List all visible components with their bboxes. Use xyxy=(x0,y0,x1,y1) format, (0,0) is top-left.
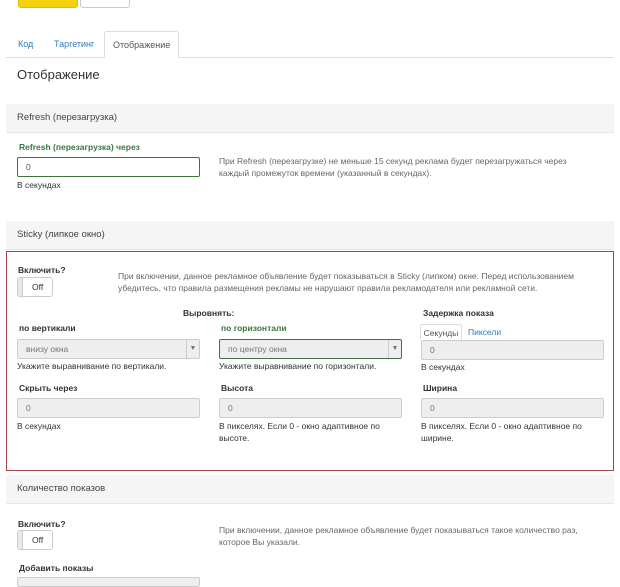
add-impressions-input[interactable] xyxy=(17,577,200,587)
width-input[interactable]: 0 xyxy=(421,398,604,418)
hide-help: В секундах xyxy=(17,421,61,431)
tab-code[interactable]: Код xyxy=(10,31,41,57)
toggle-text: Off xyxy=(32,282,44,292)
sticky-enable-label: Включить? xyxy=(18,265,66,275)
secondary-button[interactable] xyxy=(80,0,130,8)
toggle-knob xyxy=(18,531,23,549)
delay-help: В секундах xyxy=(421,362,465,372)
refresh-section-title: Refresh (перезагрузка) xyxy=(17,112,118,123)
delay-tab-seconds[interactable]: Секунды xyxy=(420,324,462,340)
chevron-down-icon: ▼ xyxy=(388,340,401,358)
delay-tab-pixels[interactable]: Пиксели xyxy=(468,324,501,340)
vertical-align-select[interactable]: внизу окна ▼ xyxy=(17,339,200,359)
height-input[interactable]: 0 xyxy=(219,398,402,418)
impressions-section-title: Количество показов xyxy=(17,483,106,494)
refresh-field-label: Refresh (перезагрузка) через xyxy=(19,142,140,152)
delay-input[interactable]: 0 xyxy=(421,340,604,360)
tabs-divider xyxy=(6,57,614,58)
tab-targeting[interactable]: Таргетинг xyxy=(46,31,102,57)
sticky-section-header: Sticky (липкое окно) xyxy=(6,221,614,250)
hide-input[interactable]: 0 xyxy=(17,398,200,418)
refresh-description: При Refresh (перезагрузке) не меньше 15 … xyxy=(219,156,567,178)
impressions-section-header: Количество показов xyxy=(6,475,614,504)
refresh-input[interactable]: 0 xyxy=(17,157,200,177)
width-label: Ширина xyxy=(423,383,458,393)
vertical-help: Укажите выравнивание по вертикали. xyxy=(17,361,167,371)
sticky-description: При включении, данное рекламное объявлен… xyxy=(118,271,575,293)
refresh-help: В секундах xyxy=(17,180,61,190)
toggle-text: Off xyxy=(32,535,44,545)
hide-label: Скрыть через xyxy=(19,383,78,393)
primary-button[interactable] xyxy=(18,0,78,8)
refresh-section-header: Refresh (перезагрузка) xyxy=(6,104,614,133)
delay-label: Задержка показа xyxy=(423,308,494,318)
tab-display[interactable]: Отображение xyxy=(104,31,180,58)
page-title: Отображение xyxy=(17,67,100,82)
impressions-toggle[interactable]: Off xyxy=(17,530,53,550)
align-label: Выровнять: xyxy=(183,308,235,318)
impressions-enable-label: Включить? xyxy=(18,519,66,529)
height-label: Высота xyxy=(221,383,253,393)
height-help: В пикселях. Если 0 - окно адаптивное по … xyxy=(219,421,380,443)
horizontal-help: Укажите выравнивание по горизонтали. xyxy=(219,361,377,371)
sticky-toggle[interactable]: Off xyxy=(17,277,53,297)
horizontal-align-value: по центру окна xyxy=(228,344,287,354)
vertical-align-value: внизу окна xyxy=(26,344,69,354)
horizontal-align-select[interactable]: по центру окна ▼ xyxy=(219,339,402,359)
horizontal-label: по горизонтали xyxy=(221,323,287,333)
add-impressions-label: Добавить показы xyxy=(19,563,94,573)
width-help: В пикселях. Если 0 - окно адаптивное по … xyxy=(421,421,582,443)
vertical-label: по вертикали xyxy=(19,323,76,333)
toggle-knob xyxy=(18,278,23,296)
sticky-section-title: Sticky (липкое окно) xyxy=(17,229,105,240)
chevron-down-icon: ▼ xyxy=(186,340,199,358)
impressions-description: При включении, данное рекламное объявлен… xyxy=(219,525,578,547)
